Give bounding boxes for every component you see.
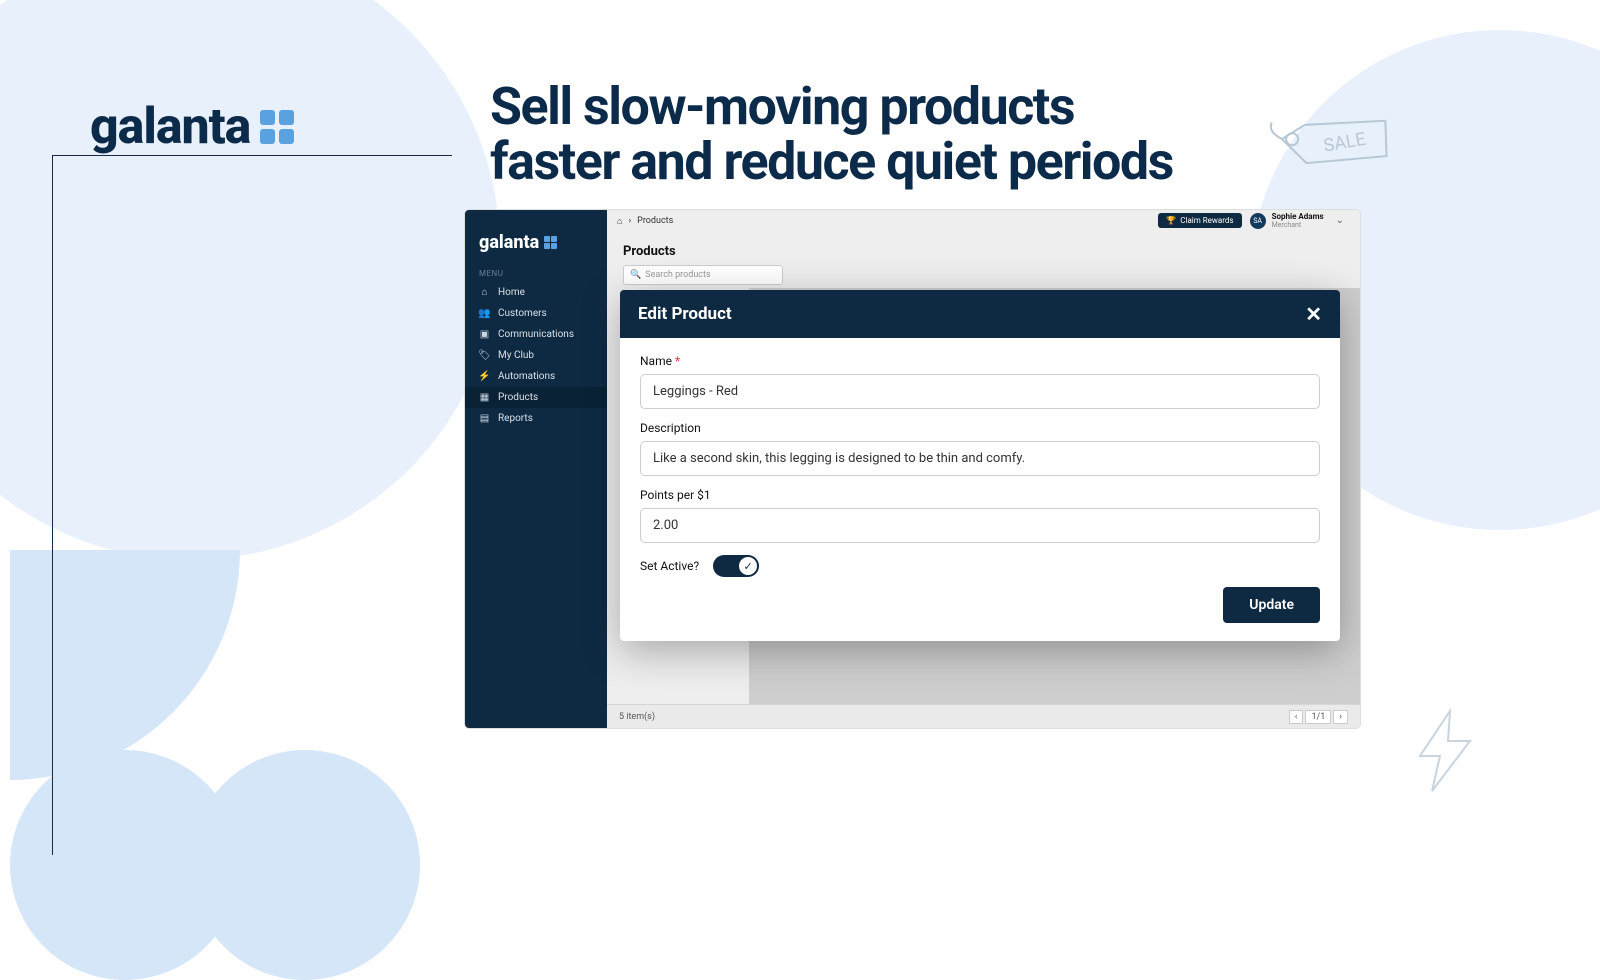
page-next-button[interactable]: › <box>1333 710 1348 724</box>
modal-title: Edit Product <box>638 304 732 324</box>
sidebar-item-home[interactable]: ⌂ Home <box>465 282 607 303</box>
edit-product-modal: Edit Product ✕ Name * Description Points… <box>620 290 1340 641</box>
sidebar: galanta MENU ⌂ Home 👥 Customers ▣ Commun… <box>465 210 607 728</box>
sidebar-item-my-club[interactable]: 🏷 My Club <box>465 345 607 366</box>
breadcrumb: ⌂ › Products <box>617 216 673 227</box>
active-toggle-label: Set Active? <box>640 559 699 573</box>
trophy-icon: 🏆 <box>1166 216 1176 225</box>
lightning-bolt-icon <box>1410 706 1480 800</box>
points-field[interactable] <box>640 508 1320 543</box>
sidebar-item-products[interactable]: ▦ Products <box>465 387 607 408</box>
report-icon: ▤ <box>479 413 490 424</box>
sidebar-item-reports[interactable]: ▤ Reports <box>465 408 607 429</box>
marketing-headline: Sell slow-moving products faster and red… <box>490 80 1190 189</box>
app-window: galanta MENU ⌂ Home 👥 Customers ▣ Commun… <box>465 210 1360 728</box>
bolt-icon: ⚡ <box>479 371 490 382</box>
sidebar-item-label: Customers <box>498 308 547 319</box>
user-menu[interactable]: SA Sophie Adams Merchant ⌄ <box>1250 213 1350 229</box>
search-placeholder: Search products <box>645 270 710 280</box>
modal-header: Edit Product ✕ <box>620 290 1340 338</box>
sidebar-item-customers[interactable]: 👥 Customers <box>465 303 607 324</box>
update-button[interactable]: Update <box>1223 587 1320 623</box>
chevron-down-icon: ⌄ <box>1330 215 1350 226</box>
tag-icon: 🏷 <box>479 350 490 361</box>
page-prev-button[interactable]: ‹ <box>1289 710 1304 724</box>
sidebar-item-label: Home <box>498 287 525 298</box>
pagination: ‹ 1/1 › <box>1289 710 1348 724</box>
description-field-label: Description <box>640 421 1320 435</box>
brand-text: galanta <box>90 98 250 156</box>
description-field[interactable] <box>640 441 1320 476</box>
breadcrumb-page[interactable]: Products <box>637 216 673 226</box>
sidebar-item-automations[interactable]: ⚡ Automations <box>465 366 607 387</box>
user-role: Merchant <box>1272 222 1324 230</box>
page-indicator: 1/1 <box>1305 710 1331 724</box>
users-icon: 👥 <box>479 308 490 319</box>
name-field-label: Name * <box>640 354 1320 368</box>
sidebar-item-label: Automations <box>498 371 555 382</box>
home-icon: ⌂ <box>479 287 490 298</box>
chat-icon: ▣ <box>479 329 490 340</box>
decorative-frame-line <box>52 155 452 855</box>
table-footer: 5 item(s) ‹ 1/1 › <box>607 704 1360 728</box>
topbar: ⌂ › Products 🏆 Claim Rewards SA Sophie A… <box>607 210 1360 232</box>
search-input[interactable]: 🔍 Search products <box>623 265 783 285</box>
item-count: 5 item(s) <box>619 712 655 722</box>
sidebar-item-label: Products <box>498 392 538 403</box>
sidebar-item-label: Communications <box>498 329 574 340</box>
breadcrumb-separator: › <box>628 216 631 226</box>
home-icon[interactable]: ⌂ <box>617 216 622 227</box>
check-icon: ✓ <box>739 557 757 575</box>
claim-rewards-button[interactable]: 🏆 Claim Rewards <box>1158 213 1241 228</box>
box-icon: ▦ <box>479 392 490 403</box>
sidebar-item-communications[interactable]: ▣ Communications <box>465 324 607 345</box>
claim-rewards-label: Claim Rewards <box>1180 216 1233 225</box>
avatar: SA <box>1250 213 1266 229</box>
svg-text:SALE: SALE <box>1322 129 1367 157</box>
brand-logo: galanta <box>90 98 294 156</box>
sidebar-brand-text: galanta <box>479 232 539 253</box>
active-toggle[interactable]: ✓ <box>713 555 759 577</box>
sidebar-item-label: My Club <box>498 350 534 361</box>
sidebar-item-label: Reports <box>498 413 533 424</box>
sidebar-brand: galanta <box>465 210 607 265</box>
close-icon[interactable]: ✕ <box>1305 302 1322 326</box>
sidebar-brand-dots-icon <box>544 236 558 250</box>
points-field-label: Points per $1 <box>640 488 1320 502</box>
page-title: Products <box>623 244 1344 259</box>
sidebar-menu-label: MENU <box>465 265 607 282</box>
name-field[interactable] <box>640 374 1320 409</box>
search-icon: 🔍 <box>630 270 641 280</box>
brand-dots-icon <box>260 110 294 144</box>
